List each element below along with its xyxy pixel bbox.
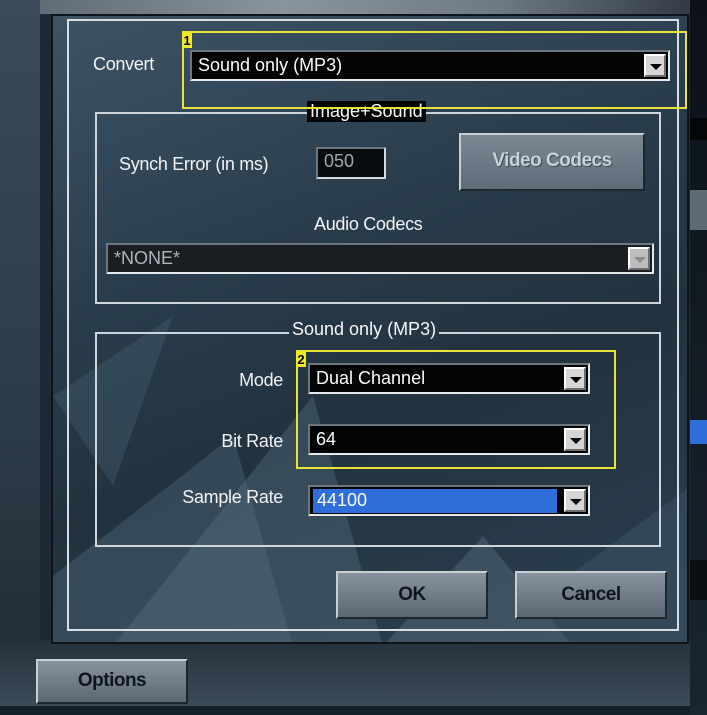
sample-rate-dropdown-button[interactable] bbox=[564, 489, 586, 512]
cancel-button[interactable]: Cancel bbox=[515, 571, 667, 619]
mode-label: Mode bbox=[239, 370, 283, 390]
chevron-down-icon bbox=[634, 257, 646, 263]
audio-codecs-select[interactable]: *NONE* bbox=[106, 243, 654, 274]
background-bottom-line bbox=[0, 706, 707, 715]
convert-dialog: Convert Sound only (MP3) Image+Sound Syn… bbox=[51, 14, 689, 644]
synch-error-label: Synch Error (in ms) bbox=[119, 154, 269, 174]
options-button[interactable]: Options bbox=[36, 659, 188, 704]
annotation-box-1 bbox=[182, 31, 687, 109]
bit-rate-label: Bit Rate bbox=[221, 431, 283, 451]
sample-rate-select[interactable]: 44100 bbox=[308, 485, 590, 516]
ok-button[interactable]: OK bbox=[336, 571, 488, 619]
convert-label: Convert bbox=[93, 54, 154, 74]
annotation-number-2: 2 bbox=[296, 352, 306, 367]
sample-rate-label: Sample Rate bbox=[182, 487, 283, 507]
annotation-box-2 bbox=[296, 350, 616, 469]
background-top bbox=[0, 0, 707, 14]
background-right bbox=[690, 0, 707, 715]
audio-codecs-select-value: *NONE* bbox=[114, 248, 181, 268]
background-left bbox=[0, 0, 40, 715]
audio-codecs-label: Audio Codecs bbox=[314, 214, 423, 234]
video-codecs-button[interactable]: Video Codecs bbox=[459, 133, 645, 191]
chevron-down-icon bbox=[570, 499, 582, 505]
annotation-number-1: 1 bbox=[182, 33, 192, 48]
synch-error-input[interactable]: 050 bbox=[316, 147, 386, 179]
audio-codecs-dropdown-button[interactable] bbox=[628, 247, 650, 270]
sound-only-group-title: Sound only (MP3) bbox=[289, 319, 440, 340]
sample-rate-select-value: 44100 bbox=[313, 489, 557, 513]
